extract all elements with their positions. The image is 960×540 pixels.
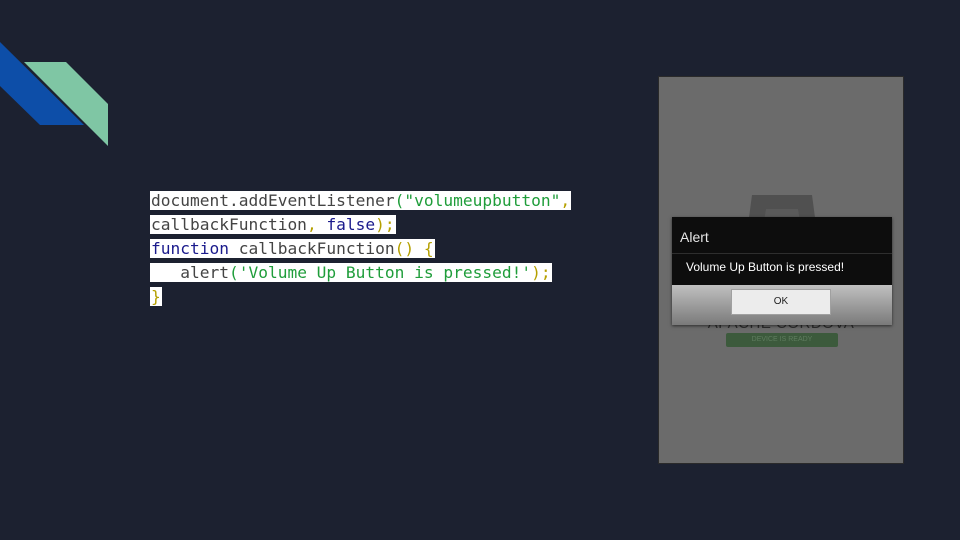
code-token: , xyxy=(306,215,327,234)
code-line-highlight: document.addEventListener("volumeupbutto… xyxy=(150,191,572,210)
code-token: function xyxy=(151,239,229,258)
code-token: "volumeupbutton" xyxy=(404,191,561,210)
code-line: callbackFunction, false); xyxy=(150,213,571,237)
phone-screenshot: APACHE CORDOVA DEVICE IS READY Alert Vol… xyxy=(658,76,904,464)
dialog-button-bar: OK xyxy=(672,285,892,325)
code-token: callbackFunction xyxy=(151,215,307,234)
code-token: () { xyxy=(394,239,434,258)
code-token: ); xyxy=(531,263,551,282)
code-line: function callbackFunction() { xyxy=(150,237,571,261)
alert-dialog: Alert Volume Up Button is pressed! OK xyxy=(672,217,892,325)
dialog-message: Volume Up Button is pressed! xyxy=(686,260,845,274)
code-token: alert xyxy=(151,263,229,282)
device-ready-badge: DEVICE IS READY xyxy=(726,333,838,347)
code-token: ( xyxy=(228,263,239,282)
code-token: callbackFunction xyxy=(228,239,395,258)
code-line: alert('Volume Up Button is pressed!'); xyxy=(150,261,571,285)
code-line: } xyxy=(150,285,571,309)
code-line-highlight: callbackFunction, false); xyxy=(150,215,396,234)
ok-button[interactable]: OK xyxy=(731,289,831,315)
code-token: ( xyxy=(394,191,405,210)
dialog-title: Alert xyxy=(680,229,709,245)
code-line-highlight: } xyxy=(150,287,162,306)
code-token: } xyxy=(151,287,161,306)
corner-decoration xyxy=(0,42,108,146)
code-token: , xyxy=(560,191,571,210)
code-token: 'Volume Up Button is pressed!' xyxy=(238,263,532,282)
code-line: document.addEventListener("volumeupbutto… xyxy=(150,189,572,213)
code-snippet: document.addEventListener("volumeupbutto… xyxy=(150,189,572,309)
code-token: ); xyxy=(375,215,395,234)
code-line-highlight: function callbackFunction() { xyxy=(150,239,435,258)
code-token: document.addEventListener xyxy=(151,191,395,210)
code-token: false xyxy=(326,215,376,234)
dialog-divider xyxy=(672,253,892,254)
code-line-highlight: alert('Volume Up Button is pressed!'); xyxy=(150,263,552,282)
